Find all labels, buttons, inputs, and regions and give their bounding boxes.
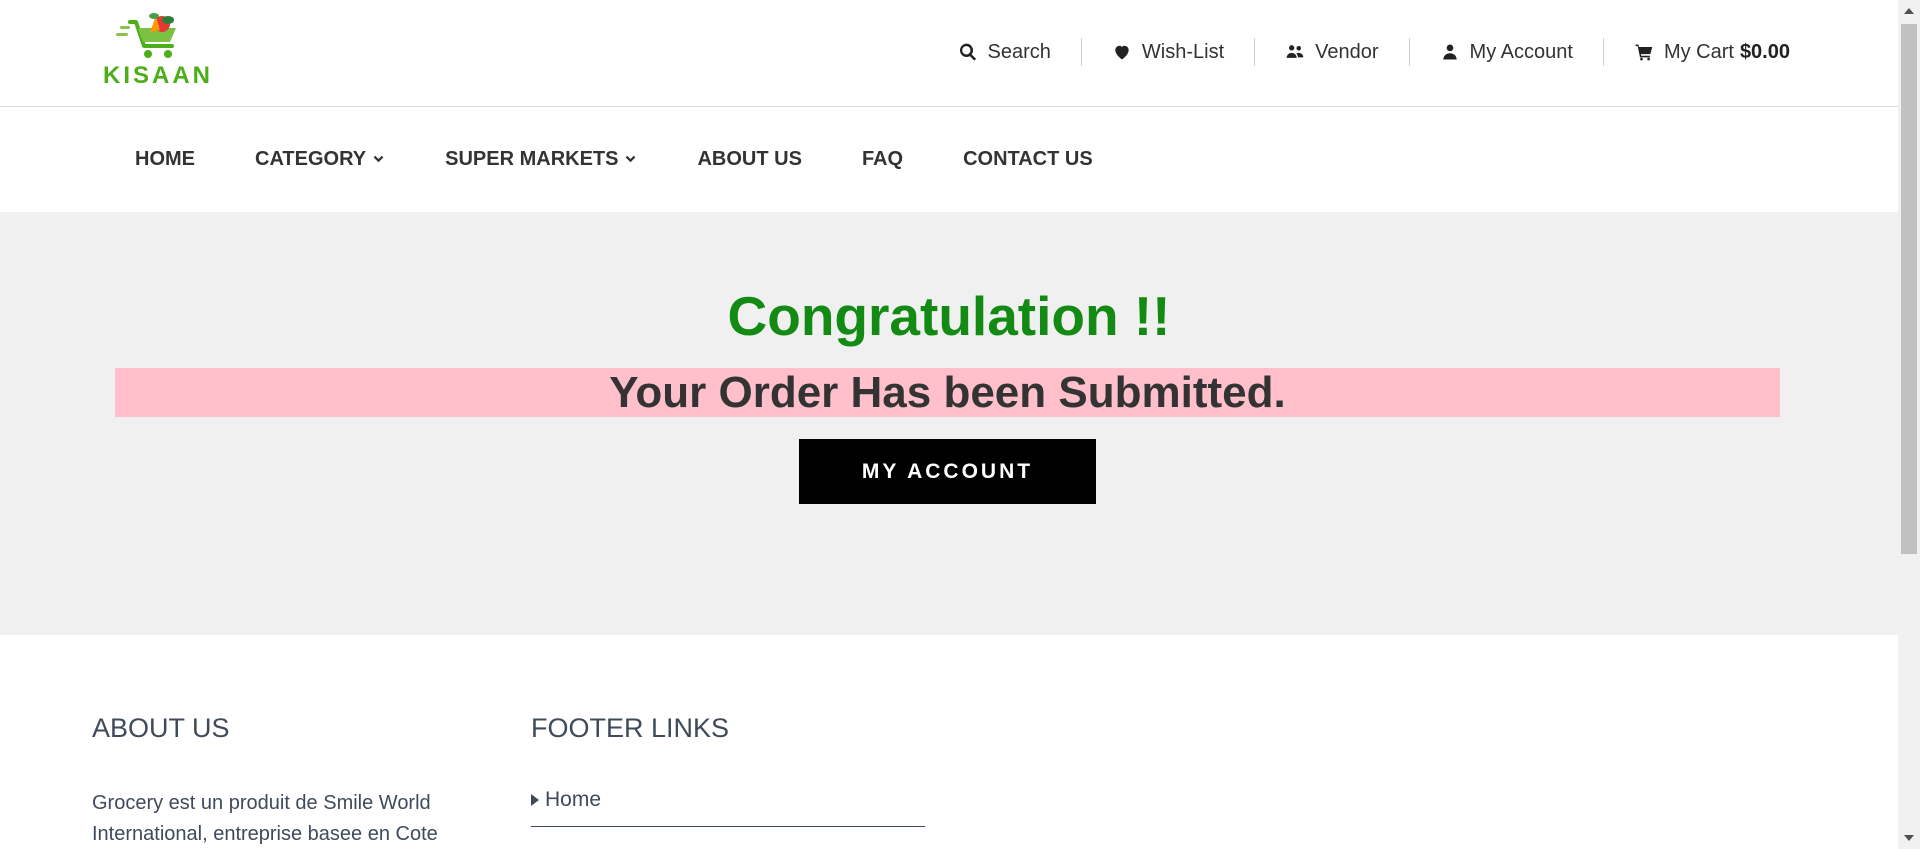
order-submitted-banner: Your Order Has been Submitted. [115,368,1780,417]
congrats-heading: Congratulation !! [727,285,1171,347]
footer-link-home[interactable]: Home [531,788,925,827]
top-links: Search Wish-List Vendor My Account My Ca… [928,38,1790,66]
logo-text: KISAAN [102,62,213,89]
my-account-label: My Account [1469,40,1573,63]
top-header: KISAAN Search Wish-List Vendor My Accoun… [0,0,1898,107]
my-account-link[interactable]: My Account [1408,38,1603,66]
scroll-down-arrow-icon[interactable] [1898,827,1920,849]
search-link[interactable]: Search [928,38,1081,66]
vendor-label: Vendor [1315,40,1379,63]
nav-home-label: HOME [135,147,195,170]
users-icon [1285,42,1305,62]
site-logo[interactable]: KISAAN [102,12,214,89]
footer-about: ABOUT US Grocery est un produit de Smile… [92,713,492,849]
nav-category[interactable]: CATEGORY [255,148,385,171]
nav-category-label: CATEGORY [255,147,367,170]
footer-about-text: Grocery est un produit de Smile World In… [92,792,438,845]
scroll-thumb[interactable] [1901,24,1917,554]
nav-about-us[interactable]: ABOUT US [697,148,801,171]
footer: ABOUT US Grocery est un produit de Smile… [0,635,1898,849]
nav-contact-us[interactable]: CONTACT US [963,148,1093,171]
heart-icon [1112,42,1132,62]
caret-right-icon [531,794,539,806]
nav-contact-us-label: CONTACT US [963,147,1093,170]
cart-link[interactable]: My Cart $0.00 [1602,38,1790,66]
wishlist-link[interactable]: Wish-List [1080,38,1254,66]
cart-icon [1634,42,1654,62]
wishlist-label: Wish-List [1141,40,1225,63]
nav-about-us-label: ABOUT US [697,147,802,170]
page-scrollbar[interactable] [1898,0,1920,849]
footer-about-title: ABOUT US [92,713,230,743]
vendor-link[interactable]: Vendor [1254,38,1408,66]
my-account-button[interactable]: MY ACCOUNT [799,439,1096,504]
search-icon [958,42,978,62]
chevron-down-icon [626,155,636,162]
nav-super-markets[interactable]: SUPER MARKETS [445,148,637,171]
chevron-down-icon [373,155,384,162]
scroll-up-arrow-icon[interactable] [1898,0,1920,22]
page: KISAAN Search Wish-List Vendor My Accoun… [0,0,1898,849]
cart-amount: $0.00 [1739,40,1790,63]
footer-links-title: FOOTER LINKS [531,713,730,743]
nav-super-markets-label: SUPER MARKETS [445,147,619,170]
nav-faq[interactable]: FAQ [862,148,903,171]
nav-faq-label: FAQ [861,147,904,170]
search-label: Search [987,40,1051,63]
order-confirmation: Congratulation !! Your Order Has been Su… [0,212,1898,635]
user-icon [1440,42,1460,62]
nav-home[interactable]: HOME [135,148,195,171]
cart-logo-icon [116,13,176,58]
cart-label: My Cart [1663,40,1734,63]
footer-link-home-label: Home [545,788,602,811]
main-nav: HOME CATEGORY SUPER MARKETS ABOUT US FAQ… [0,107,1898,211]
footer-links: FOOTER LINKS Home [531,713,925,827]
